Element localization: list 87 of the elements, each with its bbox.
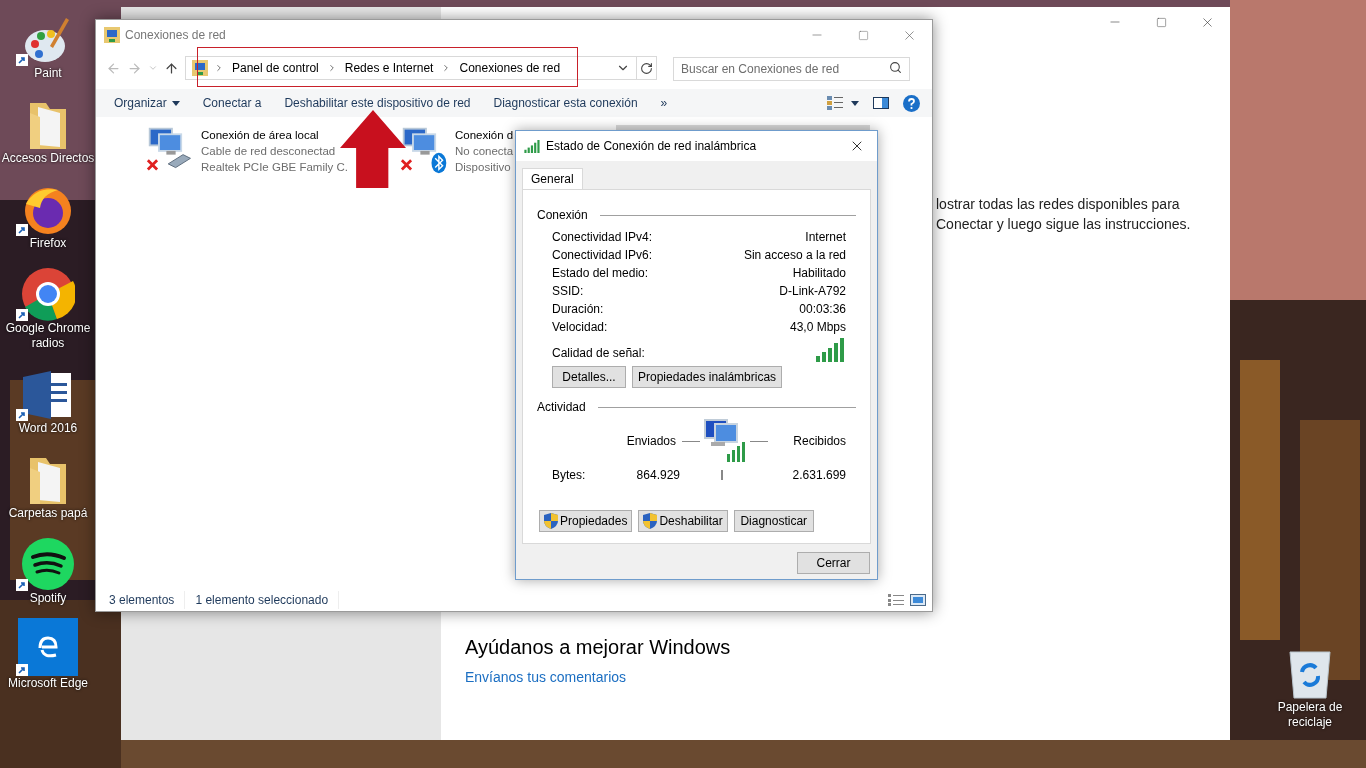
connection-device: Realtek PCIe GBE Family C. — [201, 160, 348, 175]
property-label: Conectividad IPv6: — [552, 247, 653, 264]
breadcrumb-item[interactable]: Conexiones de red — [457, 59, 563, 77]
connection-status: Cable de red desconectad — [201, 144, 337, 159]
desktop-icon-label[interactable]: Spotify — [28, 591, 68, 606]
desktop-icon-label[interactable]: Microsoft Edge — [6, 676, 89, 691]
property-value: D-Link-A792 — [779, 283, 846, 300]
dialog-button[interactable]: Propiedades inalámbricas — [632, 366, 783, 388]
view-options-button[interactable] — [827, 96, 859, 110]
desktop-icon-label[interactable]: Papelera de reciclaje — [1268, 700, 1352, 730]
desktop-icon-label[interactable]: Paint — [33, 66, 63, 81]
preview-pane-icon — [873, 97, 889, 109]
preview-pane-button[interactable] — [873, 97, 889, 109]
back-button[interactable] — [106, 60, 121, 76]
settings-text: Conectar y luego sigue las instrucciones. — [936, 215, 1192, 234]
property-label: Bytes: — [552, 467, 586, 484]
sent-label: Enviados — [626, 433, 676, 450]
signal-strength-icon — [816, 338, 846, 362]
property-label: Velocidad: — [552, 319, 608, 336]
breadcrumb-item[interactable]: Panel de control — [230, 59, 321, 77]
desktop-icon-label[interactable]: Firefox — [28, 236, 68, 251]
maximize-icon — [1155, 16, 1167, 28]
property-value: Habilitado — [792, 265, 846, 282]
breadcrumb-item[interactable]: Redes e Internet — [342, 59, 436, 77]
dialog-button[interactable]: Detalles... — [552, 366, 626, 388]
toolbar-button[interactable]: Conectar a — [192, 89, 272, 117]
toolbar-button[interactable]: Organizar — [104, 89, 190, 117]
up-button[interactable] — [164, 60, 179, 76]
connection-status: No conecta — [455, 144, 514, 159]
received-label: Recibidos — [793, 433, 846, 450]
connection-device: Dispositivo — [455, 160, 512, 175]
spotify-icon — [21, 537, 75, 591]
property-value: 43,0 Mbps — [789, 319, 846, 336]
toolbar-button[interactable]: Diagnosticar esta conexión — [483, 89, 648, 117]
desktop-icon-label[interactable]: Carpetas papá — [7, 506, 89, 521]
tab[interactable]: General — [522, 168, 583, 189]
feedback-link[interactable]: Envíanos tus comentarios — [465, 668, 627, 686]
property-label: SSID: — [552, 283, 584, 300]
desktop-icon-label[interactable]: Google Chrome radios — [0, 321, 96, 351]
refresh-icon[interactable] — [640, 61, 653, 75]
status-text: 3 elementos — [109, 590, 186, 609]
property-label: Calidad de señal: — [552, 345, 645, 362]
dialog-button[interactable]: Deshabilitar — [638, 510, 728, 532]
desktop-icon-label[interactable]: Accesos Directos — [0, 151, 96, 166]
desktop-icon-label[interactable]: Word 2016 — [17, 421, 79, 436]
settings-text: lostrar todas las redes disponibles para — [936, 195, 1181, 214]
maximize-icon — [857, 29, 869, 41]
breadcrumb-separator-icon — [214, 63, 224, 73]
property-value: Sin acceso a la red — [743, 247, 846, 264]
section-heading: Conexión — [537, 207, 588, 224]
toolbar-button[interactable]: Deshabilitar este dispositivo de red — [274, 89, 481, 117]
connection-name: Conexión d — [455, 128, 514, 143]
property-label: Estado del medio: — [552, 265, 649, 282]
edge-icon — [18, 618, 78, 676]
status-text: 1 elemento seleccionado — [195, 590, 340, 609]
caret-icon — [171, 100, 180, 106]
bytes-received: 2.631.699 — [792, 467, 846, 484]
address-bar[interactable]: Panel de control Redes e Internet Conexiones de red — [185, 56, 657, 80]
network-folder-icon — [104, 27, 120, 43]
help-button[interactable] — [903, 94, 920, 112]
recycle-bin-icon[interactable] — [1286, 648, 1334, 700]
property-label: Conectividad IPv4: — [552, 229, 653, 246]
caret-icon — [851, 100, 859, 106]
chrome-icon — [21, 267, 75, 321]
search-icon — [889, 61, 902, 74]
details-view-icon[interactable] — [888, 593, 904, 606]
connection-name: Conexión de área local — [201, 128, 320, 143]
dialog-button[interactable]: Propiedades — [539, 510, 633, 532]
bytes-sent: 864.929 — [636, 467, 680, 484]
network-activity-icon — [703, 418, 747, 482]
property-value: Internet — [805, 229, 846, 246]
large-icons-view-icon[interactable] — [910, 593, 926, 606]
window-title: Conexiones de red — [125, 27, 226, 44]
toolbar-button[interactable]: » — [650, 89, 678, 117]
dialog-button[interactable]: Diagnosticar — [733, 510, 814, 532]
recent-locations-button[interactable] — [148, 63, 158, 73]
feedback-heading: Ayúdanos a mejorar Windows — [465, 635, 731, 660]
close-dialog-button[interactable]: Cerrar — [797, 552, 870, 574]
help-icon — [903, 94, 920, 112]
list-view-icon — [827, 96, 843, 110]
property-label: Duración: — [552, 301, 604, 318]
property-value: 00:03:36 — [799, 301, 846, 318]
signal-icon — [524, 139, 541, 153]
forward-button[interactable] — [127, 60, 142, 76]
section-heading: Actividad — [537, 399, 586, 416]
search-field[interactable]: Buscar en Conexiones de red — [673, 57, 910, 81]
network-folder-icon — [192, 60, 208, 76]
